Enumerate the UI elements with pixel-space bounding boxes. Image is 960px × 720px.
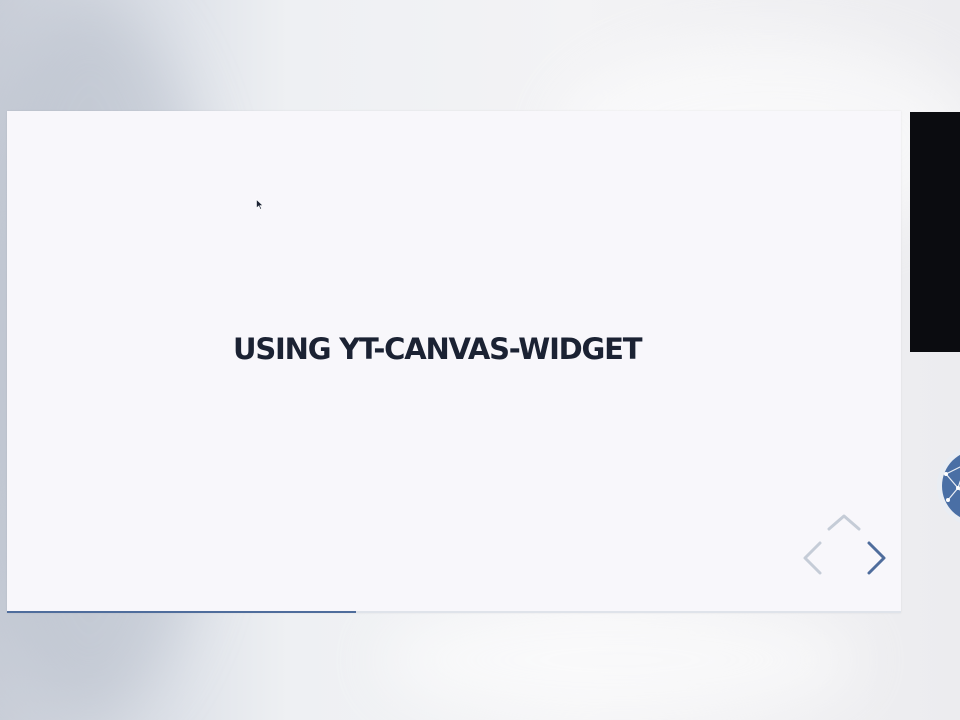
globe-logo-icon	[936, 444, 960, 528]
slide-title: USING YT-CANVAS-WIDGET	[233, 332, 643, 366]
background-blob	[380, 600, 860, 720]
slide-progress-fill	[7, 611, 356, 613]
left-arrow-icon[interactable]	[800, 540, 824, 576]
right-arrow-icon[interactable]	[864, 540, 888, 576]
up-arrow-icon[interactable]	[826, 512, 862, 532]
slide-progress-bar	[7, 611, 901, 613]
mouse-cursor-icon	[256, 199, 264, 210]
side-panel	[910, 112, 960, 352]
